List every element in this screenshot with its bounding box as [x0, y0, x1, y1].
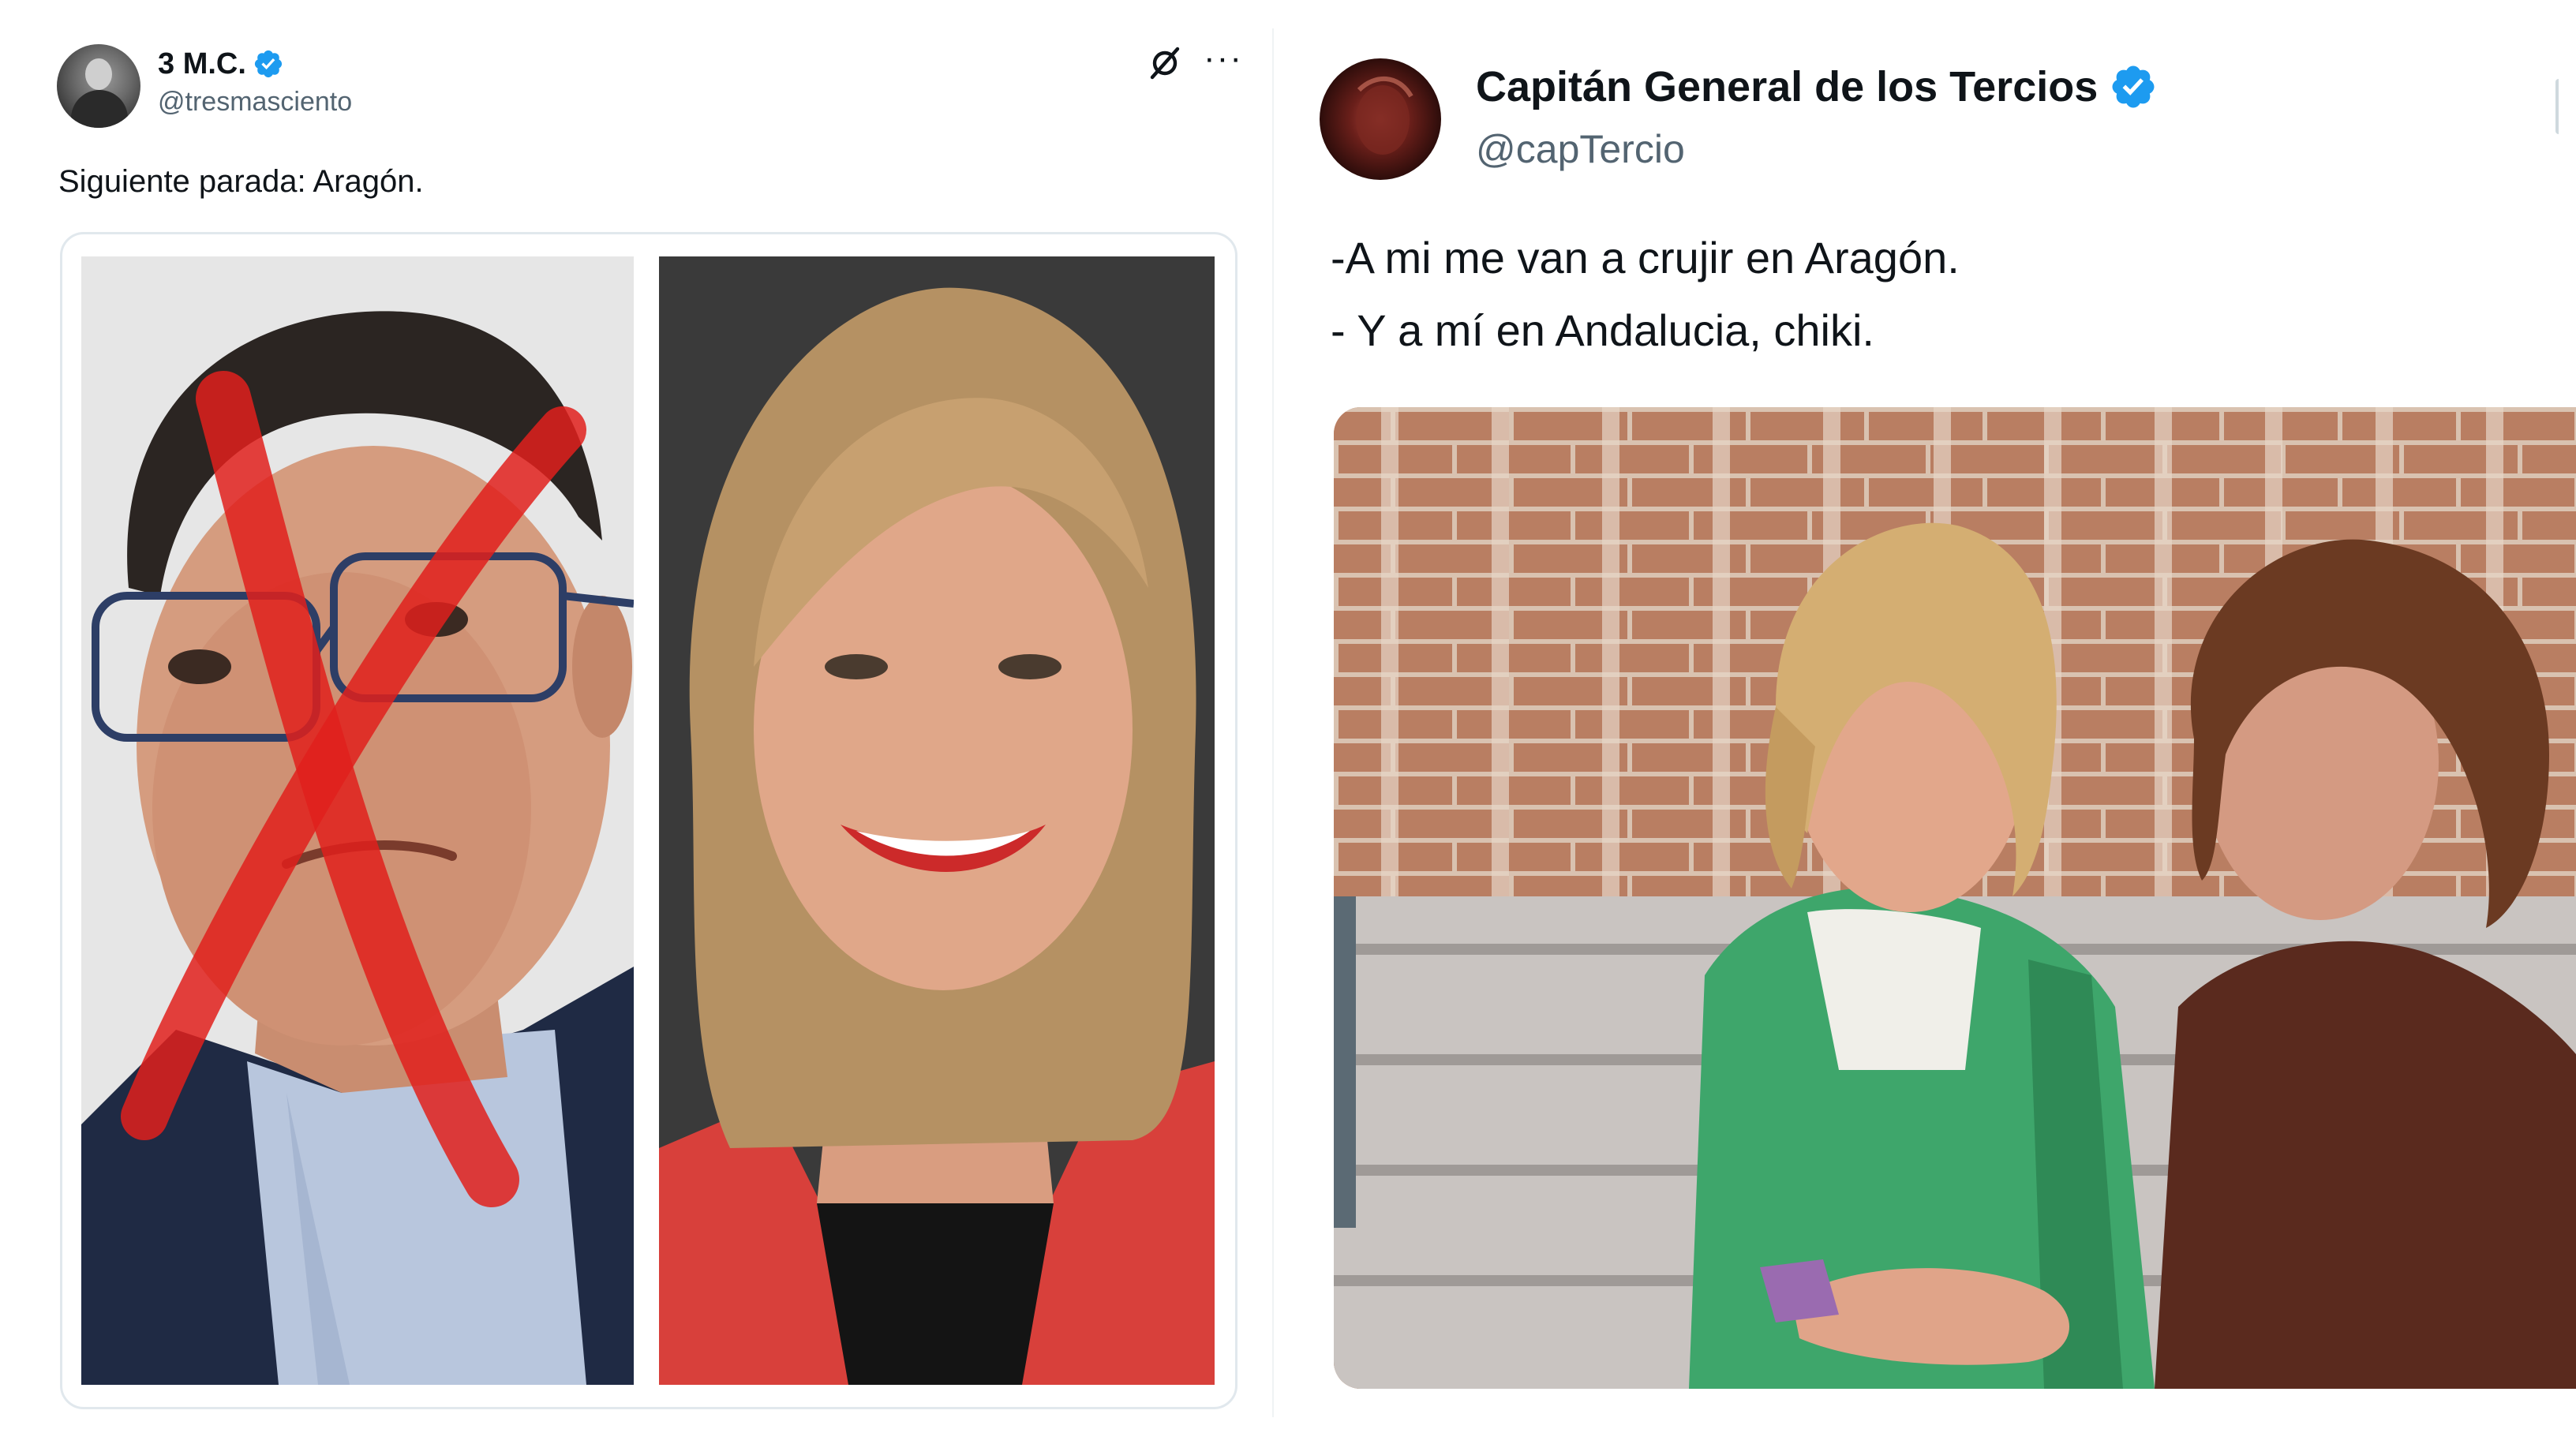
more-icon[interactable]: ···	[1200, 41, 1247, 80]
author-display-name[interactable]: Capitán General de los Tercios	[1476, 62, 2098, 111]
photo-two-women-embracing[interactable]	[1334, 407, 2576, 1389]
author-handle[interactable]: @capTercio	[1476, 126, 1685, 172]
tweet-left[interactable]: 3 M.C. @tresmasciento ··· Siguiente para…	[0, 0, 1263, 1444]
tweet-media[interactable]	[1334, 407, 2576, 1389]
tweet-text: Siguiente parada: Aragón.	[58, 164, 424, 199]
avatar[interactable]	[1320, 58, 1441, 180]
tweet-media[interactable]	[60, 232, 1237, 1409]
tweet-right[interactable]: Capitán General de los Tercios @capTerci…	[1279, 0, 2576, 1444]
tweet-text-line-1: -A mi me van a crujir en Aragón.	[1331, 233, 1960, 282]
verified-badge-icon	[2112, 65, 2155, 108]
tweet-text-line-2: - Y a mí en Andalucia, chiki.	[1331, 305, 1874, 355]
author-display-name[interactable]: 3 M.C.	[158, 47, 246, 81]
grok-icon[interactable]	[1146, 44, 1184, 82]
author-name-row: Capitán General de los Tercios	[1476, 60, 2158, 114]
avatar[interactable]	[57, 44, 140, 128]
verified-badge-icon	[254, 50, 282, 78]
photo-man-crossed-out[interactable]	[81, 256, 634, 1385]
screenshot-collage: 3 M.C. @tresmasciento ··· Siguiente para…	[0, 0, 2576, 1444]
divider	[1272, 28, 1274, 1417]
author-handle[interactable]: @tresmasciento	[158, 87, 352, 118]
photo-woman-smiling[interactable]	[659, 256, 1215, 1385]
cropped-edge-icon	[2555, 79, 2567, 134]
author-name-row: 3 M.C.	[158, 46, 284, 82]
